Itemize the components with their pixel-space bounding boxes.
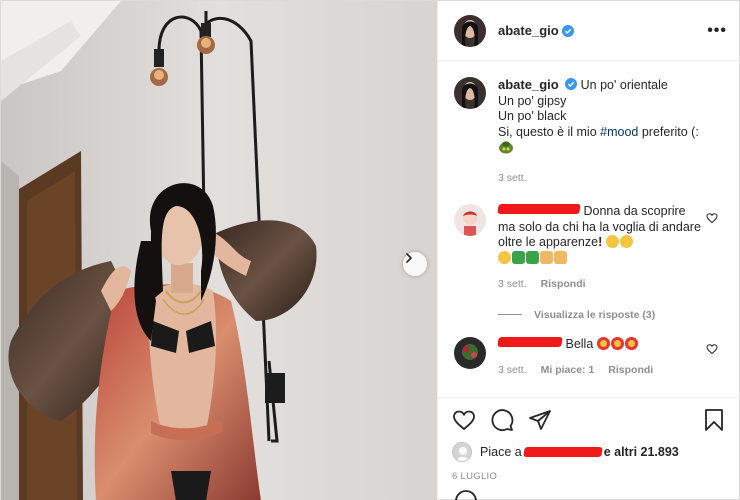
comment-item: Bella 3 sett. Mi piace: 1 Rispondi — [454, 336, 726, 379]
post-actions: Piace a e altri 21.893 6 LUGLIO — [438, 397, 740, 482]
caption-body: abate_gio Un po' orientale Un po' gipsy … — [498, 77, 699, 186]
caption-line-4: Si, questo è il mio #mood preferito (: — [498, 125, 699, 141]
heart-icon[interactable] — [452, 408, 476, 432]
comment-meta: 3 sett. Mi piace: 1 Rispondi — [498, 363, 703, 379]
caption-line-4-prefix: Si, questo è il mio — [498, 124, 601, 139]
lucky-bag-emoji-icon — [499, 141, 513, 154]
caption-time: 3 sett. — [498, 171, 527, 184]
view-replies-label: Visualizza le risposte (3) — [534, 308, 656, 321]
crossed-fingers-emoji-icon — [554, 250, 567, 264]
caption-line-1: Un po' orientale — [580, 78, 668, 92]
heart-eyes-emoji-icon — [624, 336, 638, 350]
wink-emoji-icon — [498, 250, 511, 264]
bookmark-icon[interactable] — [702, 408, 726, 432]
redacted-liker-name — [523, 447, 603, 457]
comment-like-heart-icon[interactable] — [706, 343, 718, 355]
heart-eyes-emoji-icon — [610, 336, 624, 350]
post-date[interactable]: 6 LUGLIO — [452, 471, 726, 482]
heart-eyes-emoji-icon — [596, 336, 610, 350]
redacted-username — [497, 204, 581, 214]
replies-divider — [498, 314, 522, 315]
comment-time: 3 sett. — [498, 278, 527, 290]
caption-emoji-line — [498, 140, 699, 159]
likes-count[interactable]: e altri 21.893 — [604, 445, 679, 459]
comments-list: abate_gio Un po' orientale Un po' gipsy … — [438, 61, 740, 396]
redacted-username — [497, 336, 563, 347]
verified-badge-icon — [561, 24, 574, 37]
reply-button[interactable]: Rispondi — [608, 363, 653, 379]
comment-item: Donna da scoprire ma solo da chi ha la v… — [454, 204, 726, 293]
clover-emoji-icon — [526, 250, 539, 264]
author-avatar[interactable] — [454, 14, 486, 47]
crossed-fingers-emoji-icon — [540, 250, 553, 264]
caption-line-4-suffix: preferito (: — [638, 124, 699, 139]
commenter-avatar[interactable] — [454, 336, 486, 369]
author-username[interactable]: abate_gio — [498, 23, 559, 38]
hashtag-link[interactable]: #mood — [600, 125, 638, 139]
comment-body: Bella 3 sett. Mi piace: 1 Rispondi — [497, 336, 703, 379]
likes-prefix: Piace a — [480, 445, 522, 459]
wink-emoji-icon — [605, 235, 619, 248]
comment-body: Donna da scoprire ma solo da chi ha la v… — [497, 204, 703, 293]
caption-username[interactable]: abate_gio — [498, 77, 559, 92]
verified-badge-icon — [565, 78, 578, 90]
caption-avatar[interactable] — [454, 77, 486, 109]
comment-time: 3 sett. — [498, 364, 527, 376]
share-icon[interactable] — [528, 408, 552, 432]
likes-summary: Piace a e altri 21.893 — [452, 442, 726, 462]
view-replies-button[interactable]: Visualizza le risposte (3) — [498, 309, 726, 321]
comment-meta: 3 sett. Rispondi — [498, 277, 703, 293]
more-options-icon[interactable]: ••• — [707, 22, 727, 40]
comment-icon[interactable] — [490, 408, 514, 432]
post-photo[interactable] — [1, 1, 437, 500]
wink-emoji-icon — [619, 235, 633, 248]
instagram-post: abate_gio ••• abate_gio Un po' orientale… — [0, 0, 740, 500]
caption-line-2: Un po' gipsy — [498, 93, 567, 108]
caption: abate_gio Un po' orientale Un po' gipsy … — [454, 77, 726, 186]
comment-like-heart-icon[interactable] — [706, 212, 718, 224]
action-icons — [452, 404, 726, 436]
liker-avatar[interactable] — [452, 442, 472, 462]
photo-illustration — [1, 1, 437, 500]
post-header: abate_gio ••• — [438, 1, 740, 61]
caption-line-3: Un po' black — [498, 109, 567, 123]
emoji-picker-icon[interactable] — [454, 489, 478, 500]
post-side-panel: abate_gio ••• abate_gio Un po' orientale… — [437, 1, 740, 500]
next-photo-button[interactable] — [403, 252, 427, 276]
clover-emoji-icon — [512, 250, 525, 264]
comment-text: Bella — [565, 336, 594, 351]
reply-button[interactable]: Rispondi — [541, 277, 586, 293]
comment-likes-count[interactable]: Mi piace: 1 — [541, 363, 595, 379]
commenter-avatar[interactable] — [454, 204, 486, 236]
next-arrow-icon — [406, 253, 412, 263]
